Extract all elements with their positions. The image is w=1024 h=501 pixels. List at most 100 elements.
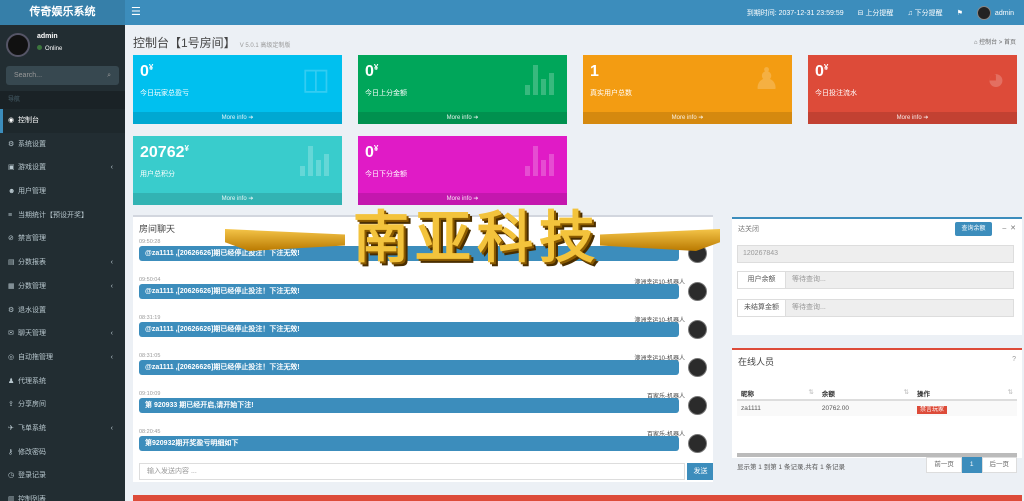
chat-input[interactable]: 输入发送内容 ... bbox=[139, 463, 685, 480]
sidebar-item-9[interactable]: ✉ 聊天管理 ‹ bbox=[0, 322, 125, 346]
col-balance[interactable]: 余额 ⇅ bbox=[817, 386, 913, 401]
sender-avatar bbox=[688, 396, 707, 415]
up-alert-label: 上分提醒 bbox=[865, 9, 894, 17]
sidebar-item-2[interactable]: ▣ 游戏设置 ‹ bbox=[0, 156, 125, 180]
down-alert-label: 下分提醒 bbox=[914, 9, 943, 17]
left-wing-shape bbox=[225, 229, 345, 251]
sidebar-item-1[interactable]: ⚙ 系统设置 bbox=[0, 133, 125, 157]
page-1-button[interactable]: 1 bbox=[961, 457, 982, 473]
sidebar-item-3[interactable]: ☻ 用户管理 bbox=[0, 180, 125, 204]
sidebar-item-8[interactable]: ⚙ 退水设置 bbox=[0, 299, 125, 323]
plane-icon: ✈ bbox=[8, 424, 14, 432]
users-icon: ☻ bbox=[8, 188, 16, 196]
message-time: 08:31:19 bbox=[139, 315, 161, 321]
page-title-text: 控制台【1号房间】 bbox=[133, 36, 236, 50]
chevron-left-icon: ‹ bbox=[110, 282, 113, 290]
balance-value: 等待查询... bbox=[792, 276, 826, 283]
user-name: admin bbox=[37, 33, 58, 40]
sidebar-search-input[interactable]: Search... ⌕ bbox=[6, 66, 119, 85]
stat-value: 0¥ bbox=[815, 63, 828, 81]
send-button[interactable]: 发送 bbox=[687, 463, 713, 480]
stat-value: 0¥ bbox=[365, 63, 378, 81]
message-time: 09:50:28 bbox=[139, 239, 161, 245]
page-version: V 5.0.1 高级定制版 bbox=[239, 43, 291, 49]
message-bubble: @za1111 ,[20626626]期已经停止投注！下注无效! bbox=[139, 360, 679, 375]
message-bubble: 第 920933 期已经开启,请开始下注! bbox=[139, 398, 679, 413]
chat-message: 09:10:09 百家乐-机器人第 920933 期已经开启,请开始下注! bbox=[139, 391, 707, 417]
sidebar-item-12[interactable]: ⇪ 分享房间 bbox=[0, 393, 125, 417]
sidebar-item-13[interactable]: ✈ 飞单系统 ‹ bbox=[0, 417, 125, 441]
more-info-link[interactable]: More info ➔ bbox=[808, 112, 1017, 124]
sidebar-item-label: 登录记录 bbox=[18, 472, 46, 480]
navbar-right: 到期时间: 2037-12-31 23:59:59 ⊟ 上分提醒 ♫ 下分提醒 … bbox=[747, 0, 1014, 25]
sidebar-item-11[interactable]: ♟ 代理系统 bbox=[0, 370, 125, 394]
nav-header: 导航 bbox=[0, 91, 125, 109]
breadcrumb-home[interactable]: 控制台 bbox=[979, 40, 997, 46]
search-icon[interactable]: ⌕ bbox=[107, 66, 111, 85]
stat-box-0: 0¥ 今日玩家总盈亏 More info ➔ ◫ bbox=[133, 55, 342, 124]
arrow-circle-right-icon: ➔ bbox=[473, 115, 479, 121]
up-alert-link[interactable]: ⊟ 上分提醒 bbox=[858, 8, 894, 18]
sidebar-item-label: 控制台 bbox=[18, 117, 39, 124]
stat-unit: ¥ bbox=[823, 63, 829, 72]
user-status-text: Online bbox=[45, 46, 63, 52]
more-info-link[interactable]: More info ➔ bbox=[133, 112, 342, 124]
more-info-link[interactable]: More info ➔ bbox=[583, 112, 792, 124]
next-page-button[interactable]: 后一页 bbox=[981, 457, 1017, 473]
sidebar-item-10[interactable]: ◎ 自动拖管理 ‹ bbox=[0, 346, 125, 370]
report-icon: ▤ bbox=[8, 259, 15, 267]
stat-value: 0¥ bbox=[365, 144, 378, 162]
row-action-cell: 禁言玩家 bbox=[913, 400, 1017, 416]
col-nick-label: 昵称 bbox=[741, 390, 754, 398]
sidebar-item-14[interactable]: ⚷ 修改密码 bbox=[0, 441, 125, 465]
sidebar-item-16[interactable]: ▥ 控制列表 bbox=[0, 488, 125, 501]
chat-message: 08:31:05 澳洲幸运10-机器人 @za1111 ,[20626626]期已经… bbox=[139, 353, 707, 379]
app-logo[interactable]: 传奇娱乐系统 bbox=[0, 0, 125, 25]
more-info-link[interactable]: More info ➔ bbox=[358, 112, 567, 124]
agent-icon: ♟ bbox=[8, 377, 15, 385]
sidebar-item-4[interactable]: ≡ 当期统计【预设开奖】 bbox=[0, 204, 125, 228]
message-bubble: @za1111 ,[20626626]期已经停止投注！下注无效! bbox=[139, 322, 679, 337]
breadcrumb-current: 首页 bbox=[1003, 40, 1016, 46]
key-icon: ⚷ bbox=[8, 448, 14, 456]
right-wing-shape bbox=[600, 229, 720, 251]
stat-box-4: 20762¥ 用户总积分 More info ➔ bbox=[133, 136, 342, 205]
sidebar-item-6[interactable]: ▤ 分数报表 ‹ bbox=[0, 251, 125, 275]
dashboard-icon: ◉ bbox=[8, 117, 15, 124]
sidebar-item-7[interactable]: ▦ 分数管理 ‹ bbox=[0, 275, 125, 299]
settings-icon: ⚙ bbox=[8, 306, 15, 314]
query-balance-button[interactable]: 查询余额 bbox=[955, 222, 992, 236]
sidebar-item-0[interactable]: ◉ 控制台 bbox=[0, 109, 125, 133]
expiry-text: 到期时间: 2037-12-31 23:59:59 bbox=[746, 9, 844, 17]
chat-message: 08:31:19 澳洲幸运10-机器人 @za1111 ,[20626626]期已经… bbox=[139, 315, 707, 341]
prev-page-button[interactable]: 前一页 bbox=[926, 457, 962, 473]
col-nick[interactable]: 昵称 ⇅ bbox=[737, 386, 818, 401]
user-menu[interactable]: admin bbox=[976, 5, 1014, 20]
stat-number: 0 bbox=[365, 144, 374, 161]
down-alert-link[interactable]: ♫ 下分提醒 bbox=[907, 8, 942, 18]
user-status: Online bbox=[37, 45, 62, 52]
sort-icon: ⇅ bbox=[1007, 388, 1013, 396]
page-title: 控制台【1号房间】 V 5.0.1 高级定制版 bbox=[133, 34, 290, 51]
close-icon[interactable]: ✕ bbox=[1010, 225, 1016, 232]
stat-number: 1 bbox=[590, 63, 599, 80]
stat-number: 0 bbox=[365, 63, 374, 80]
mute-player-button[interactable]: 禁言玩家 bbox=[917, 406, 948, 414]
stat-box-3: 0¥ 今日投注流水 More info ➔ ◕ bbox=[808, 55, 1017, 124]
sidebar-item-15[interactable]: ◷ 登录记录 bbox=[0, 464, 125, 488]
stat-label: 今日上分金额 bbox=[365, 90, 407, 97]
more-info-label: More info bbox=[671, 115, 697, 121]
pie-chart-icon: ◕ bbox=[986, 63, 1005, 96]
sidebar-item-5[interactable]: ⊘ 禁言管理 bbox=[0, 227, 125, 251]
sidebar-toggle-icon[interactable]: ☰ bbox=[131, 6, 141, 18]
collapse-icon[interactable]: – bbox=[1002, 225, 1006, 232]
chat-message: 08:20:45 百家乐-机器人 第920932期开奖盈亏明细如下 bbox=[139, 429, 707, 455]
help-icon[interactable]: ? bbox=[1012, 356, 1016, 363]
chevron-left-icon: ‹ bbox=[110, 330, 113, 338]
stat-unit: ¥ bbox=[373, 144, 379, 153]
user-id-field[interactable]: 120267843 bbox=[737, 245, 1014, 263]
col-action[interactable]: 操作 ⇅ bbox=[913, 386, 1017, 401]
list-icon: ≡ bbox=[8, 211, 13, 219]
flag-icon[interactable]: ⚑ bbox=[957, 9, 963, 17]
chevron-left-icon: ‹ bbox=[110, 164, 113, 172]
